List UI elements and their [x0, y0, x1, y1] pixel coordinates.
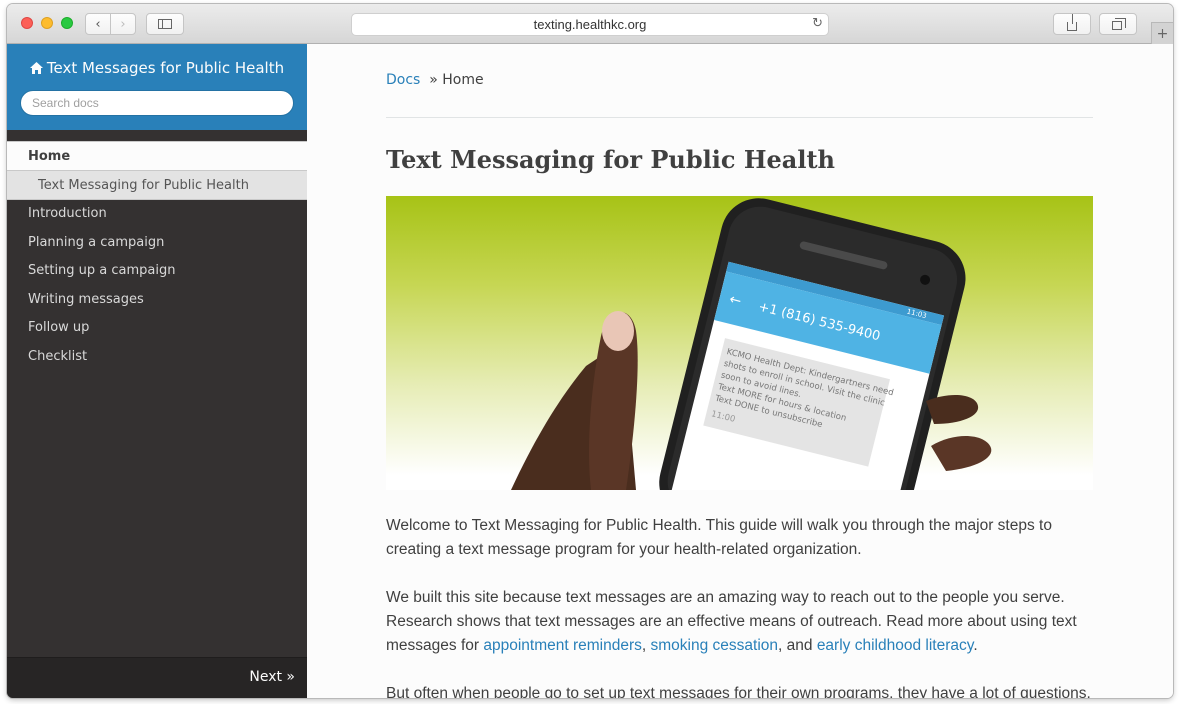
research-paragraph: We built this site because text messages…: [386, 589, 1077, 654]
main-content: Docs » Home Text Messaging for Public He…: [307, 44, 1173, 698]
forward-button[interactable]: ›: [110, 13, 136, 35]
chevron-right-icon: ›: [120, 16, 126, 32]
sidebar-nav: Home Text Messaging for Public Health In…: [7, 141, 307, 371]
tabs-icon: [1111, 18, 1126, 30]
minimize-window-button[interactable]: [41, 17, 53, 29]
article-body: Welcome to Text Messaging for Public Hea…: [386, 514, 1093, 698]
url-text: texting.healthkc.org: [533, 17, 647, 32]
site-title-link[interactable]: Text Messages for Public Health: [7, 59, 307, 77]
breadcrumb: Docs » Home: [386, 72, 484, 88]
reload-icon[interactable]: ↻: [812, 16, 823, 31]
sidebar-icon: [158, 19, 172, 29]
sidebar-item-checklist[interactable]: Checklist: [7, 343, 307, 372]
intro-paragraph: Welcome to Text Messaging for Public Hea…: [386, 517, 1052, 558]
docs-sidebar: Text Messages for Public Health Home Tex…: [7, 44, 307, 698]
sidebar-item-setting-up[interactable]: Setting up a campaign: [7, 257, 307, 286]
divider: [386, 117, 1093, 118]
share-icon: [1067, 13, 1077, 31]
hero-image: ← +1 (816) 535-9400 11:03 KCMO Health De…: [386, 196, 1093, 490]
plus-icon: +: [1156, 25, 1169, 42]
smoking-cessation-link[interactable]: smoking cessation: [651, 637, 779, 654]
early-childhood-literacy-link[interactable]: early childhood literacy: [817, 637, 974, 654]
phone-illustration: ← +1 (816) 535-9400 11:03 KCMO Health De…: [511, 198, 992, 490]
browser-toolbar: ‹ › texting.healthkc.org ↻ +: [7, 4, 1173, 44]
show-tabs-button[interactable]: [1099, 13, 1137, 35]
breadcrumb-separator: »: [429, 72, 438, 88]
site-title: Text Messages for Public Health: [46, 59, 285, 77]
new-tab-button[interactable]: +: [1151, 22, 1173, 44]
appointment-reminders-link[interactable]: appointment reminders: [483, 637, 642, 654]
breadcrumb-current: Home: [442, 72, 484, 88]
back-button[interactable]: ‹: [85, 13, 111, 35]
zoom-window-button[interactable]: [61, 17, 73, 29]
address-bar[interactable]: texting.healthkc.org ↻: [351, 13, 829, 36]
sidebar-item-introduction[interactable]: Introduction: [7, 200, 307, 229]
close-window-button[interactable]: [21, 17, 33, 29]
search-docs-input[interactable]: [20, 90, 294, 116]
sidebar-item-planning[interactable]: Planning a campaign: [7, 229, 307, 258]
breadcrumb-docs-link[interactable]: Docs: [386, 72, 420, 88]
chevron-left-icon: ‹: [95, 16, 101, 32]
share-button[interactable]: [1053, 13, 1091, 35]
sidebar-item-home[interactable]: Home: [7, 141, 307, 170]
questions-paragraph: But often when people go to set up text …: [386, 685, 1091, 698]
next-page-link[interactable]: Next »: [249, 669, 295, 685]
page-title: Text Messaging for Public Health: [386, 145, 835, 174]
browser-window: ‹ › texting.healthkc.org ↻ + Text Messag…: [7, 4, 1173, 698]
sidebar-item-follow-up[interactable]: Follow up: [7, 314, 307, 343]
sidebar-header: Text Messages for Public Health: [7, 44, 307, 130]
sidebar-item-writing[interactable]: Writing messages: [7, 286, 307, 315]
show-sidebar-button[interactable]: [146, 13, 184, 35]
sidebar-subitem-text-messaging[interactable]: Text Messaging for Public Health: [7, 170, 307, 200]
sidebar-footer: Next »: [7, 657, 307, 698]
home-icon: [29, 62, 43, 74]
